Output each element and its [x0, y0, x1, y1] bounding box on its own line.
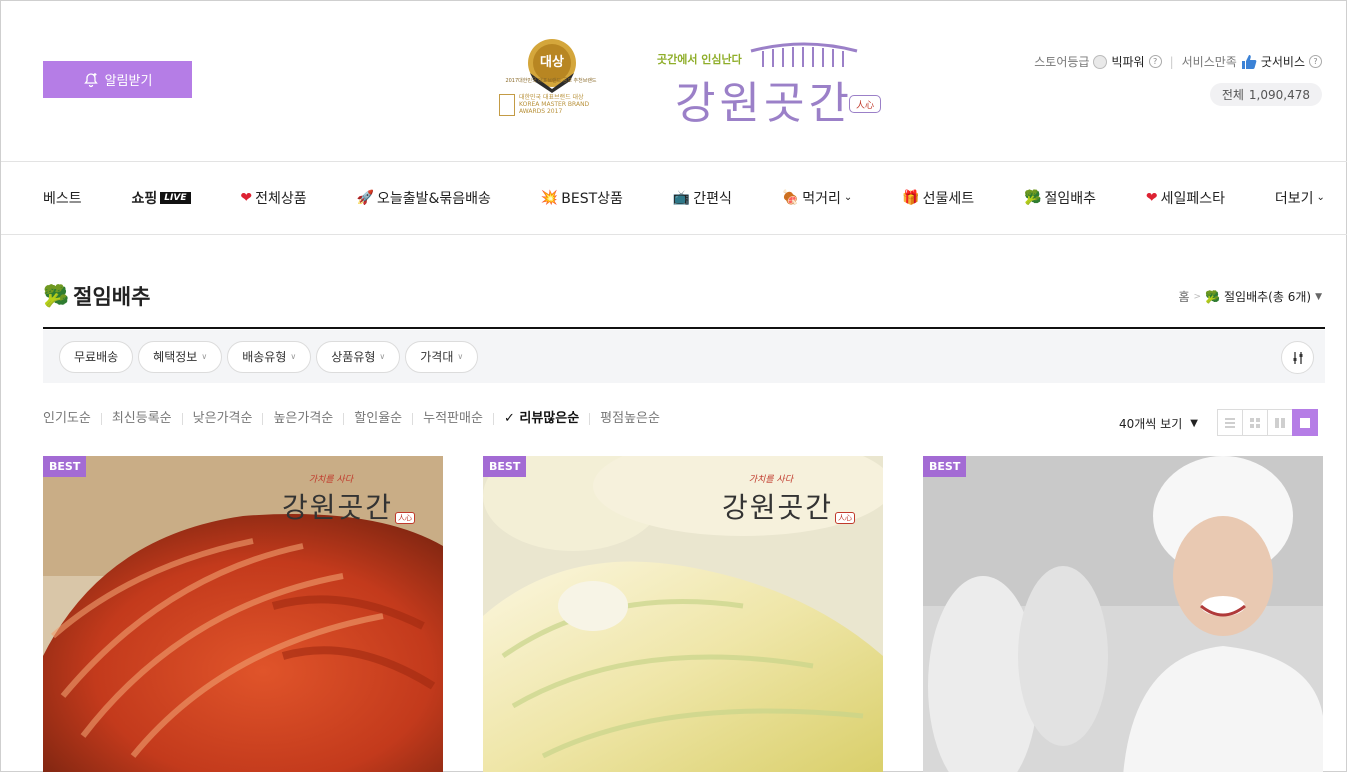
- product-card[interactable]: BEST 가치를 사다 강원곳간 人心: [43, 456, 443, 772]
- broccoli-icon: 🥦: [1205, 289, 1221, 304]
- award-line1: 2017대한민국 대표브랜드 공모 추천브랜드: [505, 78, 597, 84]
- master-brand-logo: [499, 94, 515, 116]
- filter-benefit[interactable]: 혜택정보 ∨: [138, 340, 223, 373]
- view-grid-2-button[interactable]: [1267, 409, 1293, 436]
- filter-product-type[interactable]: 상품유형 ∨: [316, 340, 401, 373]
- product-card[interactable]: BEST: [923, 456, 1323, 772]
- nav-item-today-shipping[interactable]: 🚀 오늘출발&묶음배송: [357, 188, 491, 208]
- brand-watermark: 가치를 사다 강원곳간 人心: [713, 472, 863, 532]
- award-lines: 대한민국 대표브랜드 대상 KOREA MASTER BRAND AWARDS …: [519, 94, 590, 115]
- per-page-select[interactable]: 40개씩 보기 ▼: [1119, 415, 1198, 432]
- grade-medal-icon: [1093, 54, 1108, 69]
- chevron-down-icon: ∨: [457, 352, 464, 361]
- filter-bar: 무료배송 혜택정보 ∨ 배송유형 ∨ 상품유형 ∨ 가격대 ∨: [43, 330, 1325, 383]
- total-value: 1,090,478: [1248, 87, 1310, 102]
- sort-discount[interactable]: 할인율순: [343, 412, 412, 425]
- nav-item-gift-set[interactable]: 🎁 선물세트: [902, 188, 974, 208]
- help-icon[interactable]: ?: [1148, 55, 1162, 68]
- sort-high-price[interactable]: 높은가격순: [262, 412, 343, 425]
- chevron-down-icon: ∨: [379, 352, 386, 361]
- nav-more-button[interactable]: 더보기 ⌄: [1275, 188, 1325, 208]
- sort-rating[interactable]: 평점높은순: [589, 412, 670, 425]
- sort-newest[interactable]: 최신등록순: [100, 412, 182, 425]
- broccoli-icon: 🥦: [43, 283, 70, 308]
- breadcrumb-current[interactable]: 절임배추(총 6개): [1224, 288, 1311, 305]
- grid-icon: [1250, 417, 1260, 428]
- heart-icon: ❤: [240, 189, 253, 206]
- breadcrumb-home[interactable]: 홈: [1178, 288, 1189, 305]
- nav-item-salted-cabbage[interactable]: 🥦 절임배추: [1024, 188, 1096, 208]
- heart-icon: ❤: [1145, 189, 1158, 206]
- notify-label: 알림받기: [104, 73, 153, 88]
- divider: [1, 234, 1347, 235]
- total-count-pill: 전체 1,090,478: [1209, 83, 1322, 106]
- best-badge: BEST: [923, 456, 967, 477]
- filter-free-shipping[interactable]: 무료배송: [59, 340, 134, 373]
- service-value: 굿서비스: [1260, 55, 1305, 69]
- live-badge: LIVE: [160, 191, 191, 204]
- rocket-icon: 🚀: [356, 189, 374, 206]
- title-divider: [43, 327, 1325, 329]
- tv-icon: 📺: [672, 189, 691, 206]
- chevron-right-icon: >: [1193, 291, 1202, 302]
- nav-item-food[interactable]: 🍖 먹거리 ⌄: [782, 188, 852, 208]
- nav-item-shopping-live[interactable]: 쇼핑 LIVE: [132, 188, 191, 208]
- columns-icon: [1275, 417, 1285, 428]
- nav-item-best[interactable]: 베스트: [43, 188, 82, 208]
- store-meta: 스토어등급 빅파워 ? | 서비스만족 굿서비스 ?: [1034, 53, 1322, 70]
- product-image-worker: [923, 456, 1323, 772]
- award-emblem: 대상 2017대한민국 대표브랜드 공모 추천브랜드 대한민국 대표브랜드 대상…: [497, 37, 605, 123]
- sort-popular[interactable]: 인기도순: [43, 412, 101, 425]
- filter-price-range[interactable]: 가격대 ∨: [405, 340, 479, 373]
- filter-settings-button[interactable]: [1281, 341, 1314, 374]
- check-icon: ✓: [503, 411, 520, 426]
- service-label: 서비스만족: [1181, 55, 1237, 69]
- brand-watermark: 가치를 사다 강원곳간 人心: [273, 472, 423, 532]
- gift-icon: 🎁: [902, 189, 920, 206]
- sliders-icon: [1293, 351, 1302, 364]
- meat-icon: 🍖: [781, 189, 800, 206]
- sort-low-price[interactable]: 낮은가격순: [181, 412, 263, 425]
- nav-item-convenience-food[interactable]: 📺 간편식: [673, 188, 732, 208]
- list-icon: [1225, 417, 1235, 428]
- chevron-down-icon: ∨: [290, 352, 297, 361]
- sort-reviews[interactable]: ✓ 리뷰많은순: [492, 411, 589, 426]
- category-nav: 베스트 쇼핑 LIVE ❤ 전체상품 🚀 오늘출발&묶음배송 💥 BEST상품 …: [43, 161, 1325, 234]
- brand-logo[interactable]: 곳간에서 인심난다 강원곳간 人心: [657, 37, 887, 129]
- filter-delivery-type[interactable]: 배송유형 ∨: [227, 340, 312, 373]
- caret-down-icon[interactable]: ▼: [1315, 292, 1322, 302]
- burst-icon: 💥: [540, 189, 559, 206]
- help-icon[interactable]: ?: [1309, 55, 1322, 68]
- chevron-down-icon: ∨: [201, 352, 208, 361]
- product-card[interactable]: BEST 가치를 사다 강원곳간 人心: [483, 456, 883, 772]
- best-badge: BEST: [43, 456, 87, 477]
- view-large-button[interactable]: [1292, 409, 1318, 436]
- nav-item-sale-festa[interactable]: ❤ 세일페스타: [1146, 188, 1225, 208]
- square-icon: [1300, 417, 1310, 428]
- sort-sales[interactable]: 누적판매순: [412, 412, 493, 425]
- sort-options: 인기도순 최신등록순 낮은가격순 높은가격순 할인율순 누적판매순 ✓ 리뷰많은…: [43, 411, 670, 426]
- store-grade-value: 빅파워: [1111, 55, 1145, 69]
- award-title: 대상: [540, 55, 564, 70]
- chevron-down-icon: ⌄: [843, 192, 853, 203]
- view-list-button[interactable]: [1217, 409, 1243, 436]
- brand-name: 강원곳간: [675, 78, 853, 129]
- caret-down-icon: ▼: [1190, 418, 1198, 429]
- page-title: 🥦 절임배추: [43, 283, 151, 310]
- chevron-down-icon: ⌄: [1316, 192, 1325, 203]
- brand-stamp: 人心: [849, 95, 881, 113]
- nav-item-best-products[interactable]: 💥 BEST상품: [541, 188, 623, 208]
- breadcrumb: 홈 > 🥦 절임배추(총 6개) ▼: [1178, 288, 1322, 305]
- nav-item-all-products[interactable]: ❤ 전체상품: [240, 188, 306, 208]
- view-grid-4-button[interactable]: [1242, 409, 1268, 436]
- bell-plus-icon: [83, 72, 98, 87]
- view-toggles: [1217, 409, 1318, 436]
- notify-button[interactable]: 알림받기: [43, 61, 192, 98]
- best-badge: BEST: [483, 456, 527, 477]
- broccoli-icon: 🥦: [1024, 189, 1042, 206]
- brand-tagline: 곳간에서 인심난다: [657, 53, 742, 66]
- store-grade-label: 스토어등급: [1034, 55, 1090, 69]
- thumbs-up-icon: [1241, 54, 1257, 69]
- total-label: 전체: [1221, 88, 1244, 102]
